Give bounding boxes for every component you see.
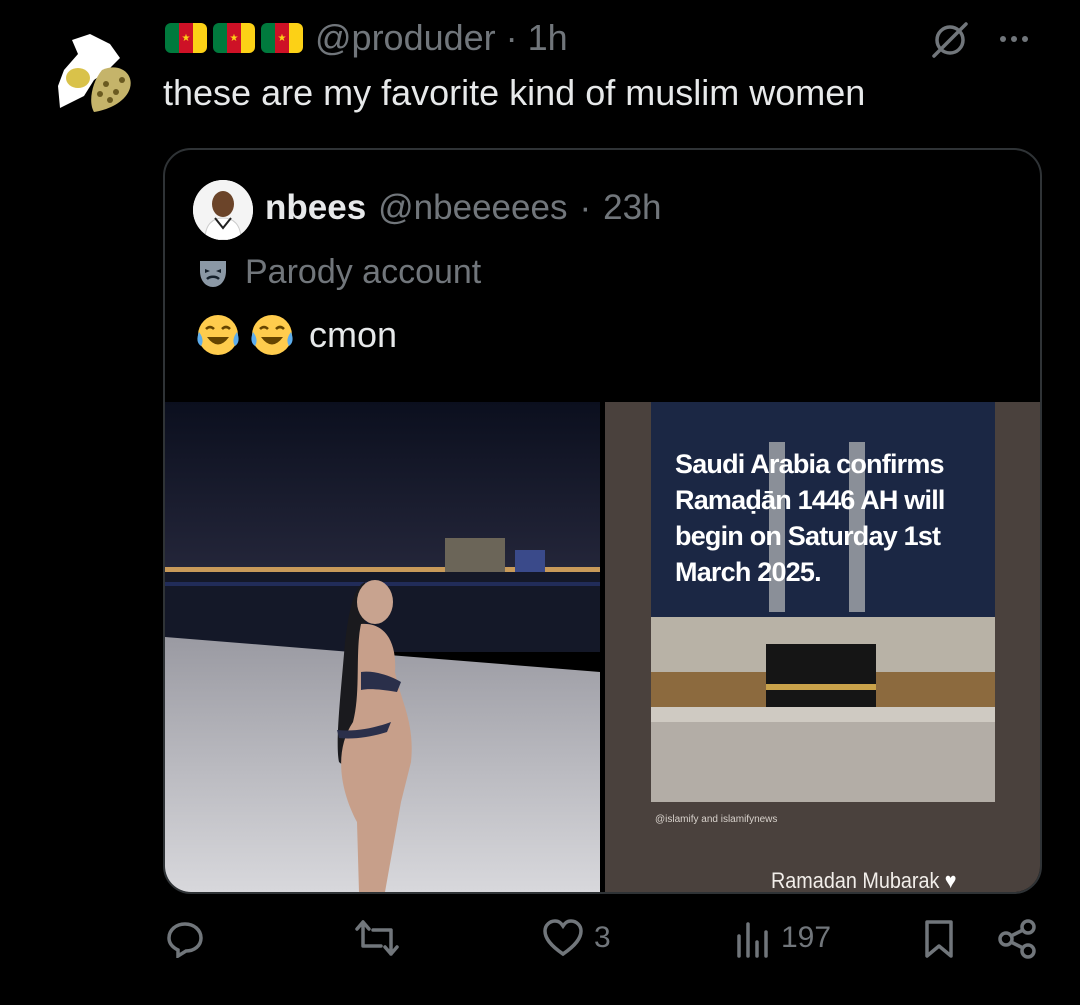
author-avatar[interactable] — [50, 26, 136, 116]
cameroon-flag-icon: ★ — [213, 23, 255, 53]
quote-text-body: cmon — [309, 314, 398, 355]
quote-time[interactable]: 23h — [603, 188, 661, 228]
like-count: 3 — [594, 921, 611, 954]
news-headline: Saudi Arabia confirms Ramaḍān 1446 AH wi… — [675, 449, 945, 587]
action-bar: 3 197 — [0, 918, 1080, 978]
quote-author-avatar[interactable] — [193, 180, 253, 240]
news-caption: Ramadan Mubarak ♥ — [771, 868, 957, 892]
display-name-flags[interactable]: ★ ★ ★ — [165, 23, 303, 53]
news-credit: @islamify and islamifynews — [655, 814, 778, 825]
quote-header: nbees @nbeeeees · 23h — [265, 188, 662, 228]
share-button[interactable] — [996, 918, 1038, 960]
post-text: these are my favorite kind of muslim wom… — [163, 72, 866, 113]
reply-button[interactable] — [165, 918, 205, 958]
laughing-crying-emoji — [251, 315, 293, 355]
separator-dot: · — [579, 188, 592, 227]
retweet-button[interactable] — [355, 918, 399, 958]
view-count: 197 — [781, 921, 832, 954]
cameroon-flag-icon: ★ — [261, 23, 303, 53]
author-handle[interactable]: @produder — [315, 17, 496, 59]
white-heart-icon: ♥ — [944, 868, 957, 892]
quote-text: cmon — [195, 312, 397, 358]
bookmark-button[interactable] — [922, 918, 956, 960]
slash-circle-icon[interactable] — [928, 18, 972, 62]
more-icon[interactable] — [1000, 36, 1028, 42]
views-icon — [737, 922, 768, 958]
like-button[interactable]: 3 — [542, 918, 611, 958]
separator-dot: · — [495, 17, 528, 58]
news-caption-text: Ramadan Mubarak — [771, 868, 940, 892]
parody-mask-icon — [200, 260, 226, 287]
reply-icon — [167, 922, 203, 958]
like-icon — [543, 919, 583, 957]
share-icon — [998, 919, 1036, 959]
parody-label: Parody account — [195, 253, 481, 292]
retweet-icon — [355, 920, 399, 956]
quote-author-handle[interactable]: @nbeeeees — [378, 188, 567, 228]
bookmark-icon — [925, 920, 953, 958]
cameroon-flag-icon: ★ — [165, 23, 207, 53]
media-photo-left[interactable] — [165, 402, 600, 892]
post-header: ★ ★ ★ @produder · 1h — [165, 17, 568, 59]
quoted-post[interactable]: nbees @nbeeeees · 23h Parody account cmo… — [163, 148, 1042, 894]
laughing-crying-emoji — [197, 315, 239, 355]
post-time[interactable]: 1h — [528, 17, 568, 59]
media-photo-right[interactable]: Saudi Arabia confirms Ramaḍān 1446 AH wi… — [605, 402, 1040, 892]
quote-author-name[interactable]: nbees — [265, 188, 366, 228]
views-button[interactable]: 197 — [735, 918, 831, 958]
news-card: Saudi Arabia confirms Ramaḍān 1446 AH wi… — [651, 402, 995, 802]
parody-label-text: Parody account — [245, 253, 482, 291]
